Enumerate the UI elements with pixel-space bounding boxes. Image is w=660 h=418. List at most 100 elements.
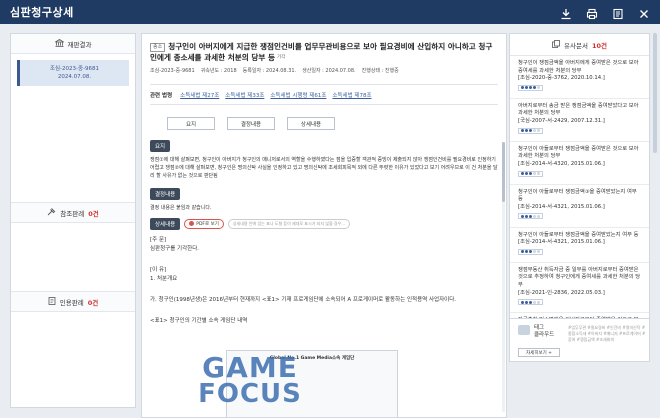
tax-type-badge: 종소 bbox=[150, 43, 166, 52]
rating-dot bbox=[521, 300, 524, 304]
similar-documents-count: 10건 bbox=[591, 41, 607, 50]
rating-dot bbox=[537, 250, 540, 254]
cited-cases-label: 인용판례 bbox=[59, 298, 84, 307]
order-heading: [주 문] bbox=[150, 236, 167, 243]
similar-document-title: 쟁점부동산 취득자금 중 일부를 아버지로부터 증여받은 것으로 추정하여 청구… bbox=[518, 266, 641, 288]
rating-dot bbox=[521, 172, 524, 176]
result-tag: 기각 bbox=[277, 55, 286, 60]
right-scrollbar[interactable] bbox=[653, 33, 657, 153]
related-laws-label: 관련 법령 bbox=[150, 93, 173, 99]
pdf-view-label: PDF로 보기 bbox=[196, 221, 219, 227]
rating-dot bbox=[525, 129, 528, 133]
similar-document-ref: [조심-2014-서-4321, 2015.01.06.] bbox=[518, 239, 605, 246]
similar-document-item[interactable]: 청구인이 아들로부터 쟁점금액③을 증여받았는지 여부 등 [조심-2014-서-… bbox=[510, 185, 649, 228]
document-title-block: 종소 청구인이 아버지에게 지급한 쟁점인건비를 업무무관비용으로 보아 필요경비… bbox=[142, 34, 506, 63]
similar-document-ref: [국심-2007-서-2429, 2007.12.31.] bbox=[518, 118, 605, 125]
table-caption: <표1> 청구인의 기간별 소속 게임단 내역 bbox=[150, 317, 248, 324]
document-icon bbox=[48, 296, 56, 307]
print-icon[interactable] bbox=[586, 5, 598, 20]
reason-heading: [이 유] bbox=[150, 266, 167, 273]
reference-cases-header: 참조판례 0건 bbox=[11, 203, 135, 223]
rating-dot bbox=[537, 86, 540, 90]
similar-document-item[interactable]: 청구인이 아들로부터 쟁점금액을 증여받았는지 여부 등 [조심-2014-서-4… bbox=[510, 228, 649, 263]
case-number: 조심-2023-중-9681 bbox=[49, 66, 100, 72]
reference-cases-label: 참조판례 bbox=[60, 209, 85, 218]
display-notice: 상세내용 안에 있는 표나 도형 등이 제대로 표시가 되지 않을 경우... bbox=[227, 218, 351, 229]
order-text: 심판청구를 기각한다. bbox=[150, 245, 200, 252]
cited-cases-section: 인용판례 0건 bbox=[11, 291, 135, 312]
meta-case-no: 조심-2023-중-9681 bbox=[150, 68, 195, 74]
rating-dot bbox=[529, 250, 532, 254]
rating-dot bbox=[533, 214, 536, 218]
rating-dot bbox=[529, 300, 532, 304]
law-link[interactable]: 소득세법 시행령 제61조 bbox=[270, 91, 326, 99]
bookmark-icon[interactable] bbox=[612, 5, 624, 20]
pdf-icon bbox=[189, 221, 195, 227]
law-link[interactable]: 소득세법 제33조 bbox=[225, 91, 264, 99]
tab-decision[interactable]: 결정내용 bbox=[227, 117, 275, 130]
rating-dot bbox=[525, 214, 528, 218]
rating-dot bbox=[521, 86, 524, 90]
tab-detail[interactable]: 상세내용 bbox=[287, 117, 335, 130]
detail-header-row: 상세내용 PDF로 보기 상세내용 안에 있는 표나 도형 등이 제대로 표시가… bbox=[150, 217, 498, 230]
similarity-rating bbox=[518, 84, 543, 91]
download-icon[interactable] bbox=[560, 5, 572, 20]
rating-dot bbox=[529, 172, 532, 176]
rating-dot bbox=[533, 129, 536, 133]
case-date: 2024.07.08. bbox=[57, 74, 92, 80]
similar-document-item[interactable]: 아버지로부터 송금 받은 쟁점금액을 증여받았다고 보아 과세한 처분의 당부[… bbox=[510, 99, 649, 142]
detail-heading: 상세내용 bbox=[150, 217, 181, 230]
similar-documents-panel: 유사문서 10건 청구인이 쟁점금액을 아버지에게 증여받은 것으로 보아 증여… bbox=[509, 33, 650, 362]
similarity-rating bbox=[518, 248, 543, 255]
similar-document-item[interactable]: 청구인이 쟁점금액을 아버지에게 증여받은 것으로 보아 증여세를 과세한 처분… bbox=[510, 56, 649, 99]
similar-document-ref: [조심-2014-서-4321, 2015.01.06.] bbox=[518, 203, 605, 210]
reference-cases-section: 참조판례 0건 bbox=[11, 202, 135, 223]
header-bar: 심판청구상세 bbox=[0, 0, 660, 24]
rating-dot bbox=[525, 86, 528, 90]
rating-dot bbox=[537, 214, 540, 218]
law-link[interactable]: 소득세법 제27조 bbox=[180, 91, 219, 99]
rating-dot bbox=[533, 250, 536, 254]
rating-dot bbox=[533, 172, 536, 176]
case-chip[interactable]: 조심-2023-중-9681 2024.07.08. bbox=[17, 60, 129, 86]
similar-document-item[interactable]: 청구인이 아들로부터 쟁점금액을 증여받은 것으로 보아 과세한 처분의 당부[… bbox=[510, 142, 649, 185]
gamefocus-watermark: GAME FOCUS bbox=[198, 351, 302, 409]
tag-cloud-box: 태그 클라우드 #업무무관 #필요경비 #인건비 #명의신탁 #종합소득세 #아… bbox=[509, 318, 650, 362]
related-laws: 관련 법령 소득세법 제27조 소득세법 제33조 소득세법 시행령 제61조 … bbox=[150, 84, 498, 105]
document-scrollbar[interactable] bbox=[502, 142, 505, 202]
similar-document-title: 청구인이 아들로부터 쟁점금액을 증여받은 것으로 보아 과세한 처분의 당부 bbox=[518, 145, 639, 160]
summary-heading: 요지 bbox=[150, 140, 171, 152]
rating-dot bbox=[521, 129, 524, 133]
similar-documents-label: 유사문서 bbox=[564, 41, 588, 50]
similar-document-item[interactable]: 쟁점부동산 취득자금 중 일부를 아버지로부터 증여받은 것으로 추정하여 청구… bbox=[510, 263, 649, 314]
similarity-rating bbox=[518, 127, 543, 134]
meta-status: 진행상태 : 진행중 bbox=[361, 68, 399, 74]
rating-dot bbox=[537, 300, 540, 304]
document-tabs: 요지 결정내용 상세내용 bbox=[167, 117, 506, 130]
close-icon[interactable] bbox=[638, 5, 650, 18]
tag-cloud-icon bbox=[518, 325, 530, 335]
rating-dot bbox=[533, 86, 536, 90]
pdf-view-button[interactable]: PDF로 보기 bbox=[184, 218, 224, 229]
similar-document-title: 청구인이 쟁점금액을 아버지에게 증여받은 것으로 보아 증여세를 과세한 처분… bbox=[518, 60, 639, 74]
rating-dot bbox=[521, 214, 524, 218]
rating-dot bbox=[529, 86, 532, 90]
reason-item-1: 1. 처분개요 bbox=[150, 275, 178, 282]
rating-dot bbox=[537, 129, 540, 133]
left-sidebar: 재판결과 조심-2023-중-9681 2024.07.08. 참조판례 0건 … bbox=[10, 33, 136, 408]
rating-dot bbox=[525, 300, 528, 304]
copy-icon bbox=[552, 39, 560, 50]
similarity-rating bbox=[518, 213, 543, 220]
more-details-button[interactable]: 자세히보기 + bbox=[518, 348, 560, 357]
rating-dot bbox=[537, 172, 540, 176]
law-link[interactable]: 소득세법 제78조 bbox=[332, 91, 371, 99]
gavel-icon bbox=[47, 207, 56, 218]
reason-text: 가. 청구인(1998년생)은 2016년부터 현재까지 <표1> 기재 프로게… bbox=[150, 296, 457, 303]
trial-result-label: 재판결과 bbox=[67, 40, 92, 49]
similar-documents-header: 유사문서 10건 bbox=[510, 34, 649, 56]
meta-registered: 등록일자 : 2024.08.31. bbox=[242, 68, 297, 74]
similar-document-ref: [조심-2014-서-4320, 2015.01.06.] bbox=[518, 160, 605, 167]
similarity-rating bbox=[518, 170, 543, 177]
decision-text: 결정 내용은 붙임과 같습니다. bbox=[150, 204, 212, 211]
tab-summary[interactable]: 요지 bbox=[167, 117, 215, 130]
